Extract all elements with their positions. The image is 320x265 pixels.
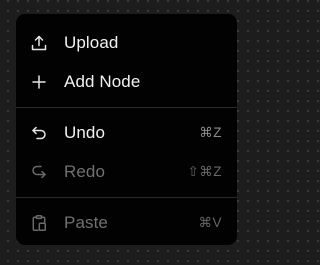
upload-icon bbox=[30, 34, 48, 52]
menu-item-label: Undo bbox=[64, 122, 106, 142]
context-menu: Upload Add Node Undo ⌘Z Redo ⇧⌘Z Paste ⌘… bbox=[16, 14, 237, 245]
menu-item-label: Paste bbox=[64, 212, 108, 232]
paste-icon bbox=[30, 214, 48, 232]
menu-item-paste[interactable]: Paste ⌘V bbox=[16, 203, 237, 242]
redo-icon bbox=[30, 163, 48, 181]
menu-item-label: Add Node bbox=[64, 71, 141, 91]
shortcut-hint: ⌘V bbox=[198, 214, 222, 230]
menu-item-add-node[interactable]: Add Node bbox=[16, 62, 237, 101]
menu-item-redo[interactable]: Redo ⇧⌘Z bbox=[16, 152, 237, 191]
menu-divider bbox=[16, 107, 237, 108]
menu-item-label: Upload bbox=[64, 32, 119, 52]
menu-item-undo[interactable]: Undo ⌘Z bbox=[16, 113, 237, 152]
undo-icon bbox=[30, 124, 48, 142]
plus-icon bbox=[30, 73, 48, 91]
menu-item-label: Redo bbox=[64, 161, 106, 181]
menu-divider bbox=[16, 197, 237, 198]
menu-item-upload[interactable]: Upload bbox=[16, 23, 237, 62]
shortcut-hint: ⇧⌘Z bbox=[187, 163, 222, 179]
shortcut-hint: ⌘Z bbox=[199, 124, 222, 140]
